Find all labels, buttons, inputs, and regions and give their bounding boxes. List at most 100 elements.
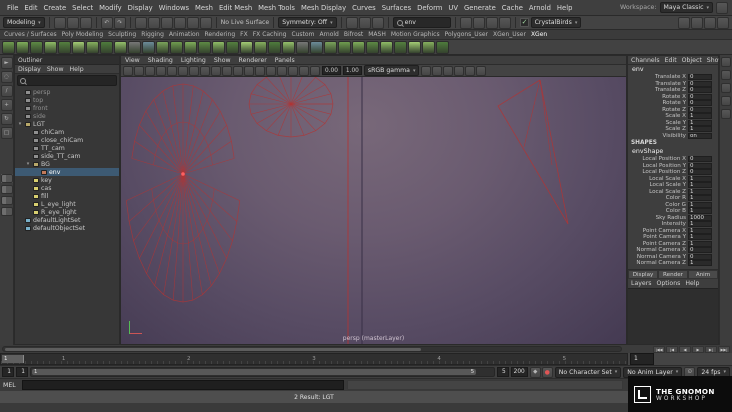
safe-title-icon[interactable] [266, 65, 276, 76]
menu-item-mesh-display[interactable]: Mesh Display [298, 2, 349, 14]
channel-value[interactable]: 1 [688, 126, 712, 133]
pmenu-object[interactable]: Object [682, 57, 702, 64]
channel-local-position-x[interactable]: Local Position X0 [628, 156, 718, 163]
channel-value[interactable]: 0 [688, 87, 712, 94]
channel-value[interactable]: 1 [688, 119, 712, 126]
shelf-icon[interactable] [254, 40, 267, 54]
menu-set-dropdown[interactable]: Modeling ▾ [3, 17, 45, 28]
pmenu-display[interactable]: Display [18, 66, 41, 73]
channel-value[interactable]: 1 [688, 201, 712, 208]
menu-item-help[interactable]: Help [554, 2, 576, 14]
shelf-icon[interactable] [338, 40, 351, 54]
search-input[interactable] [404, 19, 445, 26]
channel-value[interactable]: 1 [688, 182, 712, 189]
outliner-item-close-chicam[interactable]: close_chiCam [15, 136, 119, 144]
channel-value[interactable]: 1 [688, 208, 712, 215]
toggle-channel-box-icon[interactable] [717, 16, 729, 29]
menu-item-deform[interactable]: Deform [414, 2, 445, 14]
shelf-icon[interactable] [422, 40, 435, 54]
shelf-tab-mash[interactable]: MASH [368, 31, 386, 38]
outliner-item-persp[interactable]: persp [15, 88, 119, 96]
pmenu-show[interactable]: Show [214, 57, 231, 64]
snap-grid-icon[interactable] [134, 16, 147, 29]
shelf-icon[interactable] [324, 40, 337, 54]
channel-normal-camera-x[interactable]: Normal Camera X0 [628, 247, 718, 254]
outliner-item-env[interactable]: env [15, 168, 119, 176]
layer-list[interactable] [628, 288, 718, 344]
gamma-field[interactable]: 1.00 [342, 66, 362, 75]
shelf-tab-motion-graphics[interactable]: Motion Graphics [391, 31, 440, 38]
shelf-icon[interactable] [198, 40, 211, 54]
menu-item-generate[interactable]: Generate [461, 2, 499, 14]
two-d-pan-zoom-icon[interactable] [178, 65, 188, 76]
menu-item-arnold[interactable]: Arnold [526, 2, 554, 14]
shelf-icon[interactable] [100, 40, 113, 54]
pmenu-options[interactable]: Options [656, 280, 680, 287]
move-tool-icon[interactable]: + [0, 99, 13, 111]
shelf-icon[interactable] [44, 40, 57, 54]
cb-tab-render[interactable]: Render [658, 270, 688, 279]
shelf-icon[interactable] [352, 40, 365, 54]
command-language-toggle[interactable]: MEL [3, 382, 19, 389]
toggle-tool-settings-icon[interactable] [704, 16, 716, 29]
auto-key-icon[interactable]: ● [541, 366, 553, 378]
grease-pencil-icon[interactable] [189, 65, 199, 76]
range-start-handle[interactable]: 1 [34, 369, 37, 375]
viewport-canvas[interactable]: persp (masterLayer) [121, 77, 626, 344]
time-slider[interactable]: 1 2 3 4 5 1 [0, 353, 628, 365]
play-backward-icon[interactable]: ◀ [679, 345, 691, 353]
snap-projected-center-icon[interactable] [173, 16, 186, 29]
workspace-dropdown[interactable]: Maya Classic ▾ [659, 2, 713, 13]
pmenu-view[interactable]: View [125, 57, 140, 64]
shelf-icon[interactable] [2, 40, 15, 54]
pmenu-edit[interactable]: Edit [665, 57, 677, 64]
camera-attributes-icon[interactable] [145, 65, 155, 76]
shelf-tab-fx-caching[interactable]: FX Caching [253, 31, 287, 38]
shelf-icon[interactable] [408, 40, 421, 54]
pmenu-shading[interactable]: Shading [148, 57, 173, 64]
construction-history-icon[interactable] [371, 16, 384, 29]
range-slider[interactable]: 1 5 [30, 367, 495, 377]
shelf-icon[interactable] [310, 40, 323, 54]
outliner-item-side[interactable]: side [15, 112, 119, 120]
expand-arrow-icon[interactable]: ▾ [25, 161, 31, 167]
animation-start-field[interactable]: 1 [2, 367, 14, 377]
shelf-icon[interactable] [86, 40, 99, 54]
range-slider-bar[interactable]: 1 5 [32, 369, 477, 375]
shelf-icon[interactable] [296, 40, 309, 54]
channel-value[interactable]: 0 [688, 247, 712, 254]
menu-item-select[interactable]: Select [69, 2, 96, 14]
image-plane-icon[interactable] [167, 65, 177, 76]
menu-item-mesh[interactable]: Mesh [192, 2, 216, 14]
film-gate-icon[interactable] [211, 65, 221, 76]
shelf-icon[interactable] [268, 40, 281, 54]
channel-value[interactable]: 1 [688, 227, 712, 234]
outliner-item-chicam[interactable]: chiCam [15, 128, 119, 136]
shelf-icon[interactable] [184, 40, 197, 54]
shelf-icon[interactable] [72, 40, 85, 54]
shadows-icon[interactable] [421, 65, 432, 76]
shelf-tab-polygons-user[interactable]: Polygons_User [445, 31, 488, 38]
pmenu-channels[interactable]: Channels [631, 57, 660, 64]
select-tool-icon[interactable]: ► [0, 57, 13, 69]
outliner-item-defaultlightset[interactable]: defaultLightSet [15, 216, 119, 224]
playback-start-field[interactable]: 1 [16, 367, 28, 377]
multisampling-icon[interactable] [454, 65, 465, 76]
shelf-icon[interactable] [212, 40, 225, 54]
scrollbar-thumb[interactable] [5, 348, 421, 351]
modeling-toolkit-tab-icon[interactable] [721, 96, 731, 106]
render-current-frame-icon[interactable] [459, 16, 472, 29]
menu-item-display[interactable]: Display [125, 2, 156, 14]
menu-item-uv[interactable]: UV [445, 2, 461, 14]
layout-single-pane-icon[interactable] [0, 174, 13, 183]
live-surface-label[interactable]: No Live Surface [221, 19, 270, 26]
workspace-options-icon[interactable] [716, 1, 728, 14]
toggle-attribute-editor-icon[interactable] [691, 16, 703, 29]
goto-start-icon[interactable]: |◀◀ [653, 345, 665, 353]
shelf-tab-custom[interactable]: Custom [291, 31, 314, 38]
channel-value[interactable]: 1 [688, 221, 712, 228]
shaded-icon[interactable] [288, 65, 298, 76]
outliner-search-input[interactable] [28, 77, 114, 84]
channel-value[interactable]: 0 [688, 253, 712, 260]
channel-value[interactable]: 1 [688, 113, 712, 120]
